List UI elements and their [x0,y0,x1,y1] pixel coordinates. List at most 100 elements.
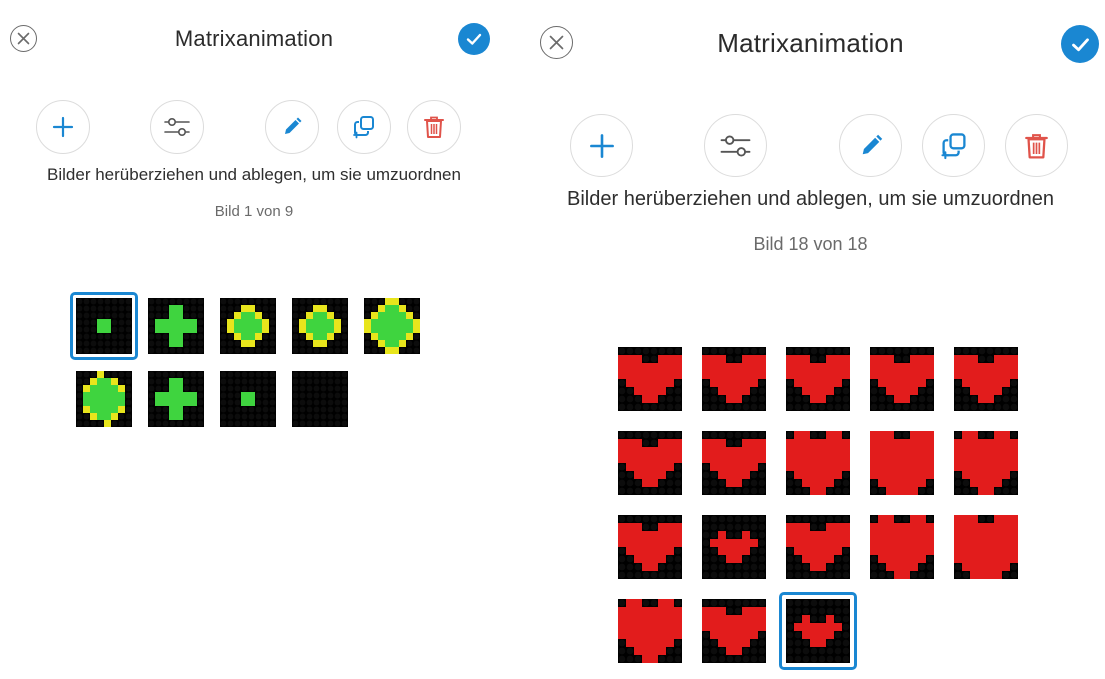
led-off [878,403,886,411]
settings-button[interactable] [150,100,204,154]
duplicate-button[interactable] [922,114,985,177]
frame-thumbnail-selected[interactable] [779,592,857,670]
frame-thumbnail[interactable] [618,431,682,495]
led-off [125,347,132,354]
led-on [658,447,666,455]
led-off [978,403,986,411]
led-off [618,379,626,387]
led-on [742,623,750,631]
frame-thumbnail[interactable] [618,599,682,663]
add-frame-button[interactable] [36,100,90,154]
frame-thumbnail[interactable] [870,515,934,579]
led-on [385,305,392,312]
led-off [306,378,313,385]
led-off [702,387,710,395]
led-off [197,378,204,385]
led-off [650,439,658,447]
led-off [190,340,197,347]
frame-thumbnail[interactable] [618,515,682,579]
duplicate-button[interactable] [337,100,391,154]
frame-thumbnail[interactable] [786,515,850,579]
frame-thumbnail[interactable] [702,515,766,579]
led-on [90,392,97,399]
led-off [227,406,234,413]
led-on [726,547,734,555]
led-on [248,305,255,312]
frame-thumbnail-selected[interactable] [70,292,138,360]
frame-thumbnail[interactable] [870,431,934,495]
led-on [718,439,726,447]
led-on [818,387,826,395]
edit-button[interactable] [839,114,902,177]
led-off [220,392,227,399]
frame-thumbnail[interactable] [364,298,420,354]
frame-thumbnail[interactable] [954,431,1018,495]
led-on [954,523,962,531]
led-on [894,387,902,395]
frame-thumbnail[interactable] [148,371,204,427]
frame-thumbnail[interactable] [870,347,934,411]
led-on [718,607,726,615]
led-on [758,607,766,615]
led-on [658,463,666,471]
led-on [994,479,1002,487]
delete-button[interactable] [407,100,461,154]
led-off [666,387,674,395]
led-off [313,406,320,413]
led-off [674,347,682,355]
confirm-button[interactable] [458,23,490,55]
frame-thumbnail[interactable] [76,371,132,427]
frame-thumbnail[interactable] [702,431,766,495]
settings-button[interactable] [704,114,767,177]
led-off [148,406,155,413]
frame-thumbnail[interactable] [954,515,1018,579]
led-off [742,395,750,403]
frame-thumbnail[interactable] [220,371,276,427]
led-on [111,392,118,399]
frame-thumbnail[interactable] [618,347,682,411]
led-off [810,655,818,663]
frame-thumbnail[interactable] [786,431,850,495]
delete-button[interactable] [1005,114,1068,177]
led-off [742,479,750,487]
led-on [802,387,810,395]
led-on [786,463,794,471]
frame-thumbnail[interactable] [148,298,204,354]
led-off [118,305,125,312]
led-off [76,340,83,347]
led-on [248,392,255,399]
frame-thumbnail[interactable] [292,371,348,427]
led-off [406,298,413,305]
led-on [634,531,642,539]
led-on [104,420,111,427]
frame-thumbnail[interactable] [786,347,850,411]
led-on [910,555,918,563]
frame-thumbnail[interactable] [954,347,1018,411]
led-off [926,347,934,355]
led-on [97,385,104,392]
edit-button[interactable] [265,100,319,154]
led-on [299,326,306,333]
led-off [618,515,626,523]
frame-thumbnail[interactable] [702,347,766,411]
led-off [341,420,348,427]
led-on [910,523,918,531]
led-on [734,647,742,655]
led-on [886,371,894,379]
frame-thumbnail[interactable] [220,298,276,354]
led-off [76,312,83,319]
led-on [666,639,674,647]
led-on [674,355,682,363]
led-off [834,387,842,395]
led-on [378,319,385,326]
add-frame-button[interactable] [570,114,633,177]
frame-thumbnail[interactable] [292,298,348,354]
led-on [842,455,850,463]
led-on [364,319,371,326]
led-off [810,571,818,579]
frame-thumbnail[interactable] [702,599,766,663]
led-off [870,347,878,355]
led-off [786,607,794,615]
led-off [834,395,842,403]
confirm-button[interactable] [1061,25,1099,63]
